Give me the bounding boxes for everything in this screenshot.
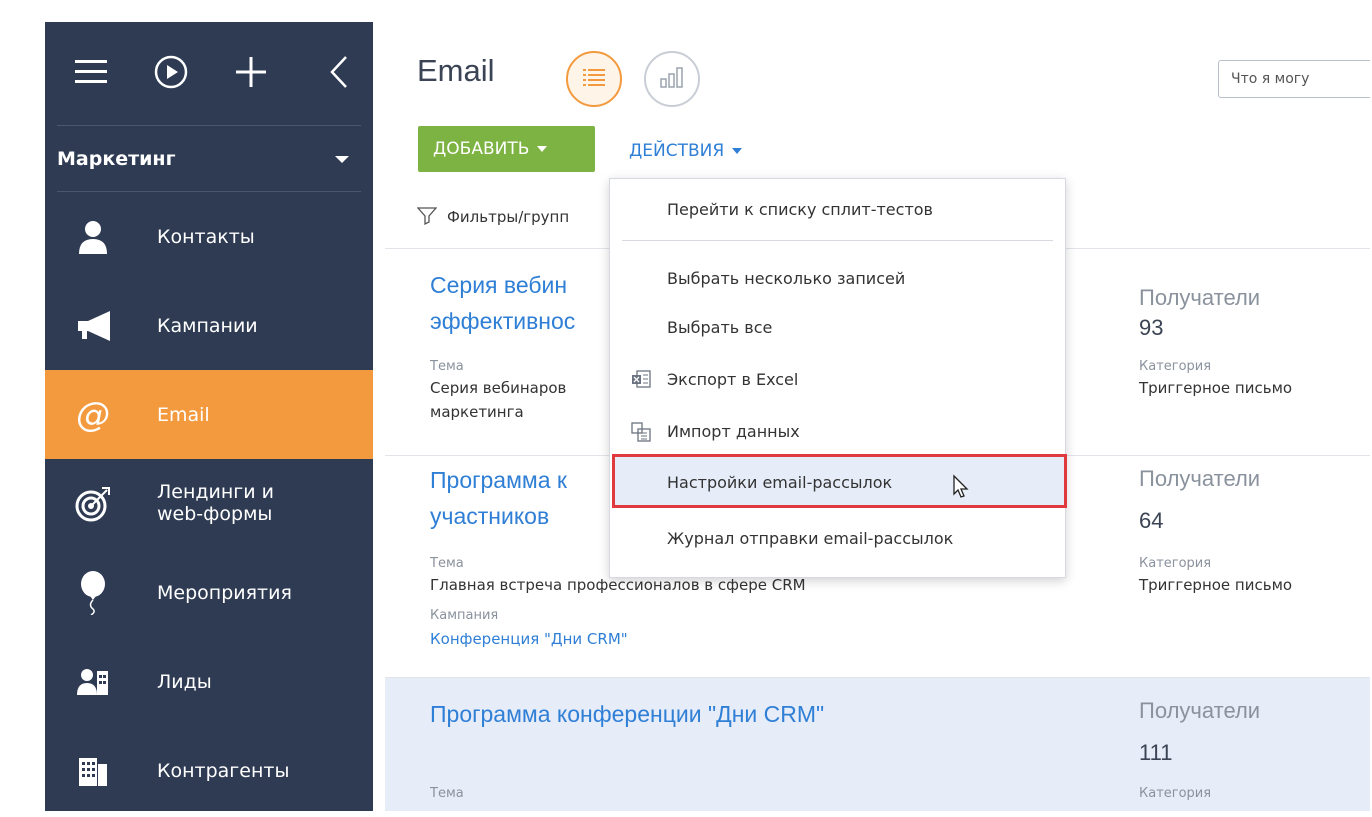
plus-icon[interactable] (231, 52, 271, 92)
menu-item-select-multiple[interactable]: Выбрать несколько записей (610, 256, 1065, 300)
sidebar-item-label: Email (157, 403, 210, 426)
topic-label: Тема (430, 556, 464, 571)
category-label: Категория (1139, 556, 1212, 571)
list-icon (583, 68, 605, 90)
record-title-line2: участников (430, 503, 550, 529)
bar-chart-icon (660, 66, 684, 92)
list-view-button[interactable] (566, 51, 622, 107)
megaphone-icon (73, 306, 113, 346)
recipients-value: 111 (1139, 740, 1173, 765)
filters-label: Фильтры/групп (447, 208, 570, 226)
topic-label: Тема (430, 359, 464, 374)
category-label: Категория (1139, 359, 1212, 374)
add-button[interactable]: ДОБАВИТЬ (418, 126, 595, 172)
excel-export-icon (630, 369, 652, 391)
menu-divider (622, 240, 1053, 241)
sidebar-item-events[interactable]: Мероприятия (45, 548, 373, 637)
chevron-down-icon (732, 148, 743, 154)
topic-label: Тема (430, 786, 464, 801)
list-item-selected[interactable]: Программа конференции "Дни CRM" Тема Пол… (385, 677, 1370, 811)
building-icon (73, 751, 113, 791)
sidebar: Маркетинг Контакты Кампании @ Email Ленд… (45, 22, 373, 811)
menu-item-label: Выбрать все (667, 317, 773, 337)
menu-item-email-settings[interactable]: Настройки email-рассылок (610, 460, 1065, 504)
sidebar-item-landings[interactable]: Лендинги и web-формы (45, 459, 373, 548)
record-title-line2: эффективнос (430, 308, 576, 334)
mouse-cursor-icon (952, 474, 972, 504)
sidebar-item-campaigns[interactable]: Кампании (45, 281, 373, 370)
sidebar-item-email[interactable]: @ Email (45, 370, 373, 459)
sidebar-item-label-line1: Лендинги и (157, 481, 275, 503)
record-title[interactable]: Программа к участников (430, 462, 567, 534)
actions-button[interactable]: ДЕЙСТВИЯ (629, 141, 743, 161)
sidebar-item-leads[interactable]: Лиды (45, 637, 373, 726)
topic-value-line2: маркетинга (430, 403, 524, 421)
topic-value: Главная встреча профессионалов в сфере C… (430, 576, 806, 594)
menu-item-select-all[interactable]: Выбрать все (610, 305, 1065, 349)
record-title-line1: Программа к (430, 467, 567, 493)
actions-button-label: ДЕЙСТВИЯ (629, 141, 725, 161)
import-icon (630, 421, 652, 443)
target-icon (73, 484, 113, 524)
record-title[interactable]: Серия вебин эффективнос (430, 267, 575, 339)
sidebar-item-label: Контакты (157, 225, 255, 248)
record-title[interactable]: Программа конференции "Дни CRM" (430, 696, 824, 732)
section-selector[interactable]: Маркетинг (57, 126, 361, 192)
sidebar-item-label: Контрагенты (157, 759, 290, 782)
section-label: Маркетинг (57, 147, 176, 170)
play-icon[interactable] (151, 52, 191, 92)
search-input[interactable]: Что я могу (1218, 60, 1370, 98)
menu-item-label: Журнал отправки email-рассылок (667, 528, 954, 548)
recipients-value: 93 (1139, 315, 1164, 340)
page-title: Email (417, 53, 495, 88)
category-label: Категория (1139, 786, 1212, 801)
sidebar-item-label: Лиды (157, 670, 212, 693)
topic-value: Серия вебинаров (430, 379, 567, 397)
campaign-label: Кампания (430, 608, 499, 623)
leads-icon (73, 662, 113, 702)
sidebar-item-contacts[interactable]: Контакты (45, 192, 373, 281)
menu-item-import-data[interactable]: Импорт данных (610, 409, 1065, 453)
balloon-icon (73, 570, 113, 615)
category-value: Триггерное письмо (1139, 379, 1293, 397)
sidebar-item-label: Лендинги и web-формы (157, 481, 274, 525)
menu-item-label: Выбрать несколько записей (667, 268, 906, 288)
at-icon: @ (76, 394, 110, 435)
menu-item-label: Настройки email-рассылок (667, 472, 893, 492)
record-title-line1: Серия вебин (430, 272, 568, 298)
analytics-view-button[interactable] (644, 51, 700, 107)
recipients-value: 64 (1139, 508, 1164, 533)
sidebar-item-accounts[interactable]: Контрагенты (45, 726, 373, 811)
menu-icon[interactable] (71, 52, 111, 92)
menu-item-split-tests[interactable]: Перейти к списку сплит-тестов (610, 187, 1065, 231)
campaign-link[interactable]: Конференция "Дни CRM" (430, 630, 628, 648)
sidebar-item-label-line2: web-формы (157, 503, 273, 525)
collapse-icon[interactable] (319, 52, 359, 92)
menu-item-label: Экспорт в Excel (667, 369, 799, 389)
menu-item-export-excel[interactable]: Экспорт в Excel (610, 357, 1065, 401)
add-button-label: ДОБАВИТЬ (433, 139, 530, 159)
actions-dropdown-menu: Перейти к списку сплит-тестов Выбрать не… (609, 178, 1067, 578)
recipients-label: Получатели (1139, 466, 1261, 491)
sidebar-item-label: Мероприятия (157, 581, 292, 604)
menu-item-label: Перейти к списку сплит-тестов (667, 199, 933, 219)
chevron-down-icon (335, 156, 349, 163)
category-value: Триггерное письмо (1139, 576, 1293, 594)
recipients-label: Получатели (1139, 698, 1261, 723)
sidebar-item-label: Кампании (157, 314, 258, 337)
menu-item-email-log[interactable]: Журнал отправки email-рассылок (610, 516, 1065, 560)
recipients-label: Получатели (1139, 285, 1261, 310)
filters-button[interactable]: Фильтры/групп (416, 205, 570, 229)
menu-item-label: Импорт данных (667, 421, 800, 441)
sidebar-topbar (57, 22, 361, 126)
chevron-down-icon (537, 146, 548, 152)
filter-icon (416, 205, 438, 229)
person-icon (73, 217, 113, 257)
